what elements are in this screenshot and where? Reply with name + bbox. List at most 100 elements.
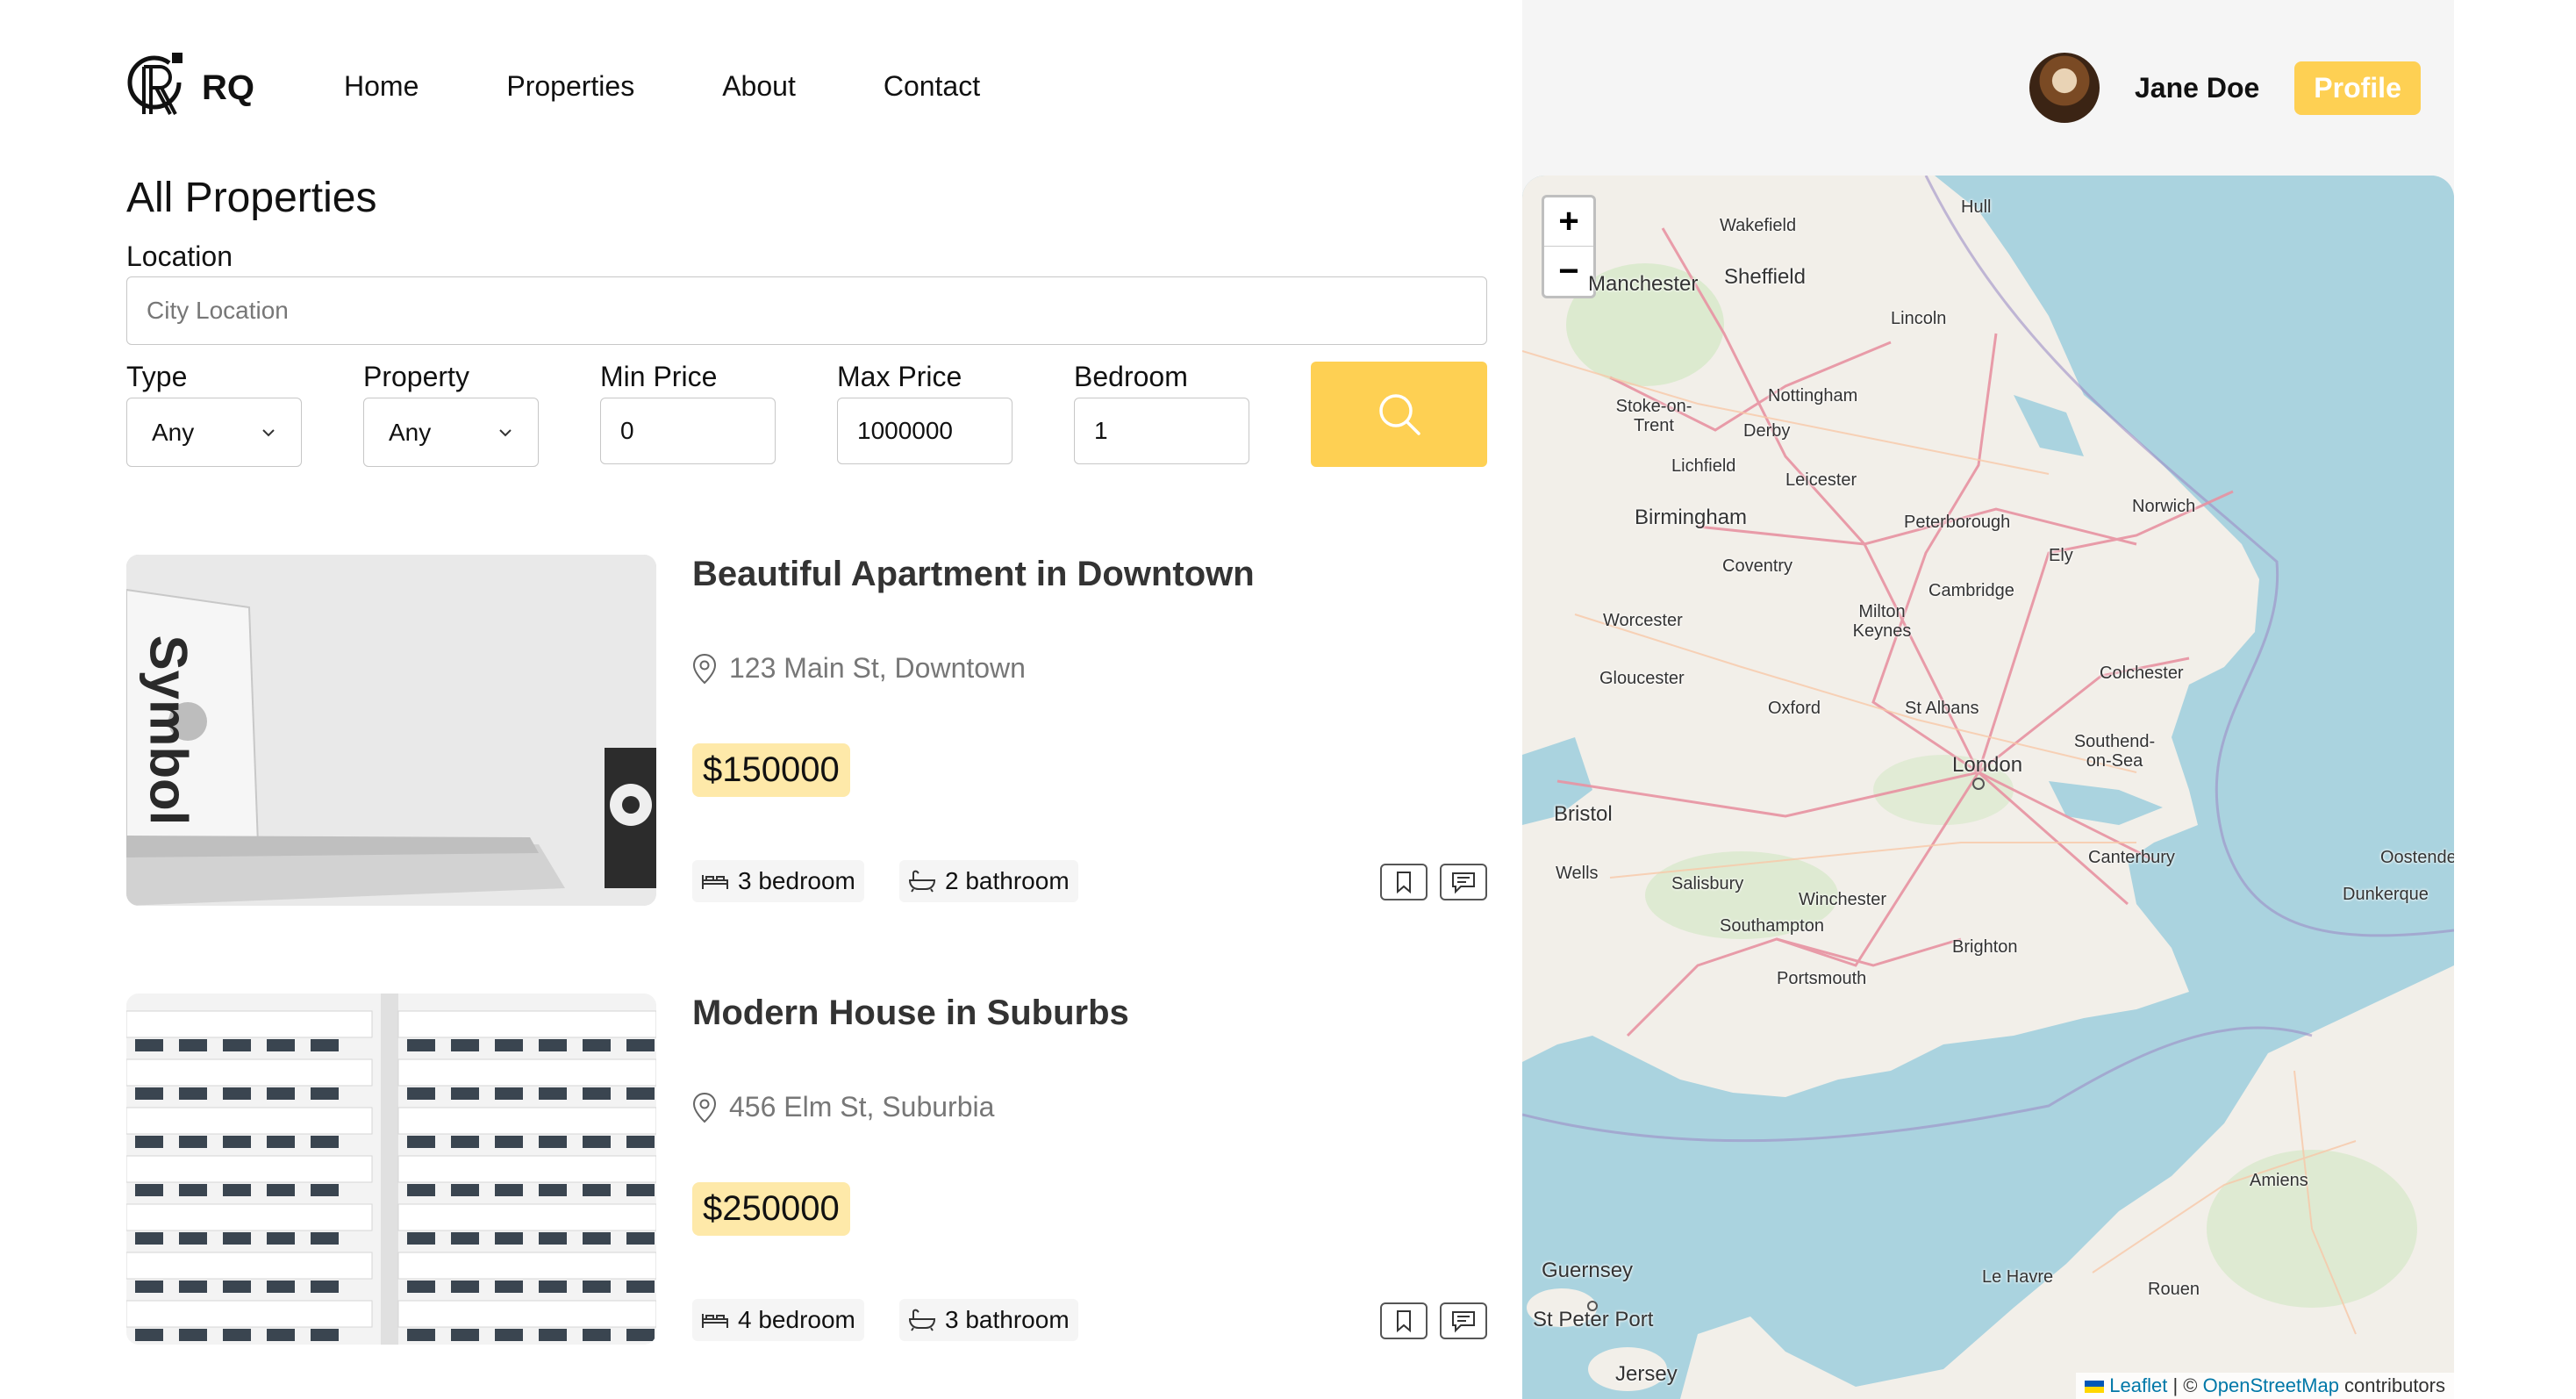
map-label: Dunkerque [2343,885,2429,904]
map-label: Le Havre [1982,1267,2054,1287]
zoom-out-button[interactable]: − [1544,247,1593,296]
bedroom-feature: 3 bedroom [692,860,864,902]
listing-title[interactable]: Beautiful Apartment in Downtown [692,555,1255,594]
map-label: Winchester [1799,890,1887,909]
map-label: Oxford [1768,699,1821,718]
listing-image-text: Symbol [139,635,198,826]
map-label: Oostende [2380,848,2454,867]
map-label: Jersey [1615,1362,1678,1386]
save-button[interactable] [1380,1302,1428,1339]
bathroom-count: 2 bathroom [945,867,1070,894]
user-area: Jane Doe Profile [2029,53,2421,123]
attribution-contributors: contributors [2338,1374,2445,1396]
map-label: Amiens [2250,1171,2308,1190]
map-label: Norwich [2132,497,2196,516]
map-label: Peterborough [1904,513,2011,532]
bookmark-icon [1397,1310,1411,1333]
location-label: Location [126,240,233,272]
listing-address-text: 456 Elm St, Suburbia [729,1091,995,1123]
avatar[interactable] [2029,53,2100,123]
map-label: Wells [1556,864,1599,883]
bedroom-input[interactable] [1074,398,1249,464]
chat-icon [1452,1311,1475,1333]
bath-icon [908,1309,936,1331]
attribution-separator: | © [2167,1374,2203,1396]
bedroom-label: Bedroom [1074,361,1188,392]
map-label: Birmingham [1635,506,1748,529]
map-label: Salisbury [1671,874,1744,893]
location-input[interactable] [126,276,1487,345]
map-label: Leicester [1785,470,1857,490]
page-title: All Properties [126,175,377,221]
bottom-edge [0,1390,1522,1399]
map-label: Brighton [1952,937,2018,957]
type-select-value: Any [152,418,195,446]
brand-name: RQ [202,68,254,107]
map-label: Sheffield [1724,265,1806,289]
chat-icon [1452,872,1475,894]
rq-logo-icon [127,53,182,115]
type-select[interactable]: Any [126,398,302,467]
zoom-in-button[interactable]: + [1544,197,1593,247]
map-label: St Peter Port [1533,1308,1654,1331]
search-icon [1378,394,1420,435]
property-select[interactable]: Any [363,398,539,467]
bed-icon [702,875,728,889]
nav-contact-link[interactable]: Contact [884,70,980,103]
listing-photo-art [126,994,656,1345]
map-label: St Albans [1905,699,1979,718]
profile-button[interactable]: Profile [2294,61,2421,115]
listing-title[interactable]: Modern House in Suburbs [692,994,1129,1033]
save-button[interactable] [1380,864,1428,900]
ukraine-flag-icon [2085,1381,2105,1394]
property-select-value: Any [389,418,432,446]
main-nav: Home Properties About Contact [344,70,980,103]
bed-icon [702,1314,728,1328]
map-label: Colchester [2100,664,2184,683]
map-label: Guernsey [1542,1259,1634,1282]
property-label: Property [363,361,469,392]
bathroom-count: 3 bathroom [945,1306,1070,1333]
min-price-label: Min Price [600,361,718,392]
bedroom-count: 3 bedroom [738,867,855,894]
map-label: Southend-on-Sea [2073,732,2156,771]
type-label: Type [126,361,188,392]
nav-home-link[interactable]: Home [344,70,419,103]
map-label: Worcester [1603,611,1683,630]
location-pin-icon [692,653,717,684]
map-label: Gloucester [1599,669,1685,688]
osm-link[interactable]: OpenStreetMap [2203,1374,2339,1396]
map-label: Lincoln [1891,309,1947,328]
listing-address: 456 Elm St, Suburbia [692,1091,994,1123]
message-button[interactable] [1440,1302,1487,1339]
listing-address-text: 123 Main St, Downtown [729,652,1026,684]
nav-properties-link[interactable]: Properties [506,70,634,103]
min-price-input[interactable] [600,398,776,464]
map[interactable]: + − Hull Wakefield Sheffield Manchester … [1522,176,2454,1399]
map-attribution: Leaflet | © OpenStreetMap contributors [2076,1373,2454,1399]
max-price-input[interactable] [837,398,1013,464]
search-button[interactable] [1311,362,1487,467]
map-label: Hull [1961,197,1992,217]
nav-about-link[interactable]: About [722,70,796,103]
map-label: Coventry [1722,556,1793,576]
bath-icon [908,870,936,893]
bedroom-feature: 4 bedroom [692,1299,864,1341]
listing-image[interactable] [126,994,656,1345]
listing-image[interactable]: Symbol [126,555,656,906]
chevron-down-icon [499,428,512,436]
bathroom-feature: 2 bathroom [899,860,1078,902]
message-button[interactable] [1440,864,1487,900]
bedroom-count: 4 bedroom [738,1306,855,1333]
map-label: Portsmouth [1777,969,1867,988]
map-label: Nottingham [1768,386,1858,405]
leaflet-link[interactable]: Leaflet [2109,1374,2167,1396]
user-name: Jane Doe [2135,71,2260,104]
listing-price: $150000 [692,743,850,797]
listing-photo-art [126,555,656,906]
map-label: Lichfield [1671,456,1736,476]
brand-logo[interactable]: RQ [126,51,254,125]
map-label: London [1952,753,2023,777]
map-label: Milton Keynes [1852,602,1912,641]
map-label: Ely [2049,546,2073,565]
